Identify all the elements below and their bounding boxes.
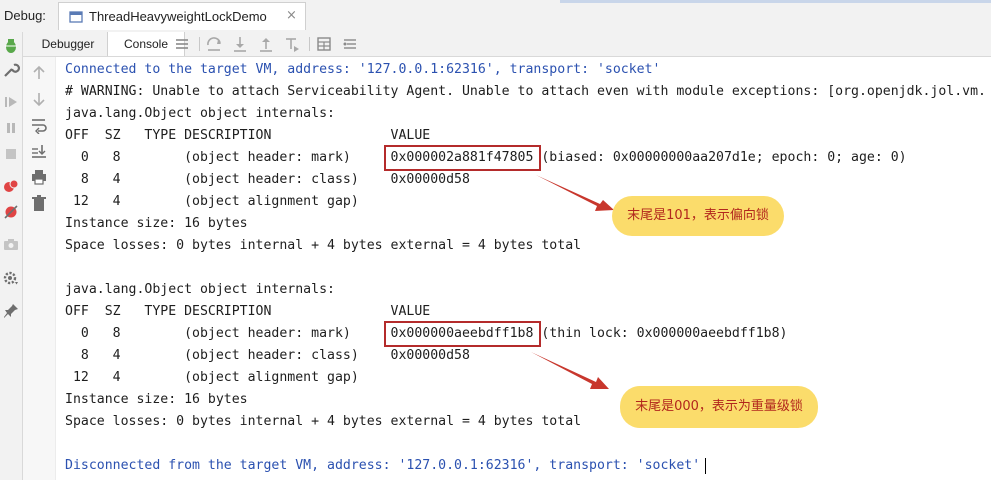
annotation-callout-heavyweight: 末尾是000，表示为重量级锁 — [620, 386, 818, 428]
annotation-arrows — [531, 175, 614, 389]
annotation-arrow — [536, 175, 614, 211]
annotation-arrow — [531, 352, 609, 389]
annotation-callout-biased: 末尾是101，表示偏向锁 — [612, 196, 784, 236]
